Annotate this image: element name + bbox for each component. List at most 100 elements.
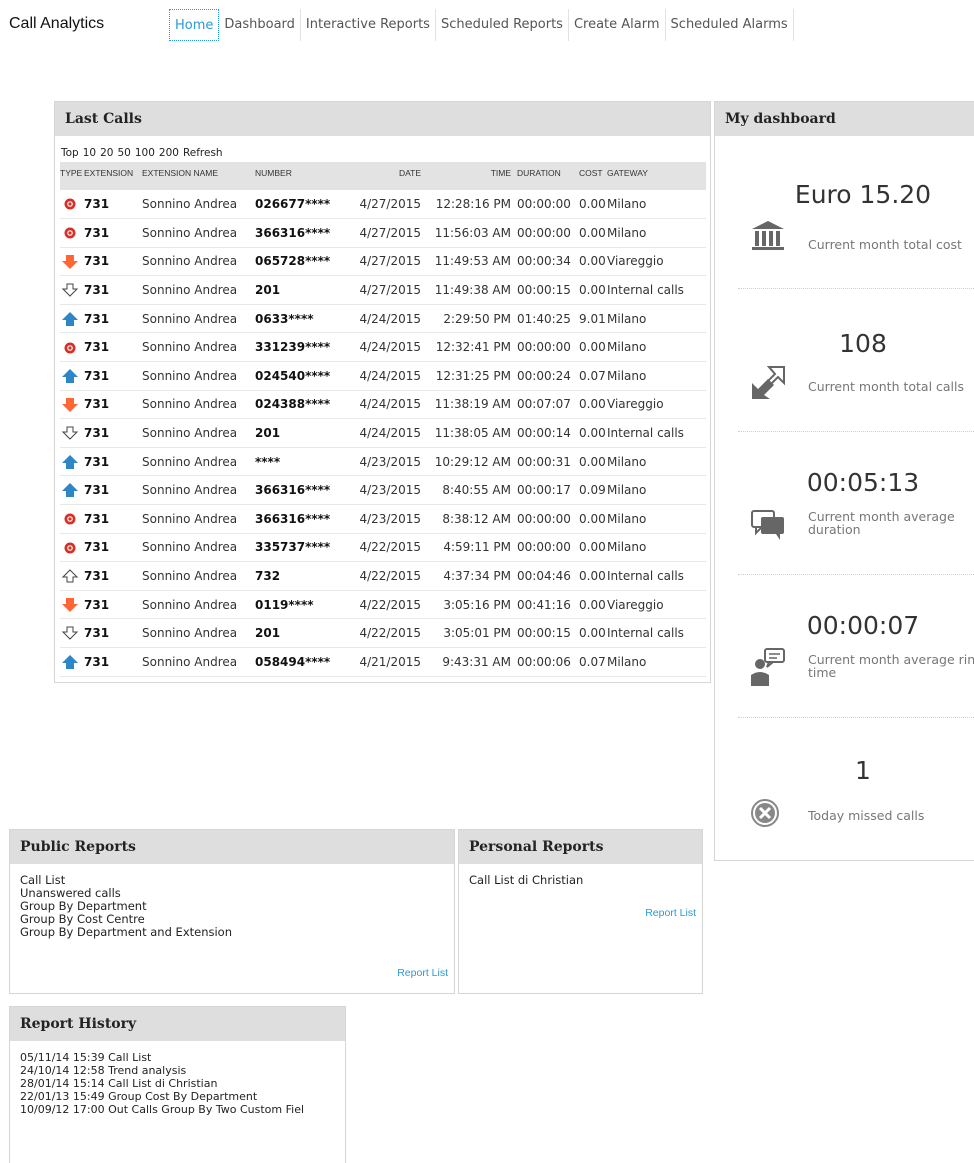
nav-interactive-reports[interactable]: Interactive Reports (301, 9, 436, 41)
cell-date: 4/24/2015 (359, 361, 427, 391)
cell-extension: 731 (84, 504, 142, 534)
table-row[interactable]: 731 Sonnino Andrea 024388**** 4/24/2015 11:3… (60, 390, 706, 420)
cell-date: 4/27/2015 (359, 190, 427, 220)
table-row[interactable]: 731 Sonnino Andrea 201 4/22/2015 3:05:01 PM 0… (60, 618, 706, 648)
cell-cost: 0.00 (579, 533, 607, 563)
col-duration: DURATION (517, 162, 579, 190)
report-item[interactable]: Group By Department and Extension (20, 926, 444, 939)
my-dashboard-panel: My dashboard Euro 15.20 Current month to… (714, 101, 974, 861)
table-row[interactable]: 731 Sonnino Andrea 0633**** 4/24/2015 2:29:5… (60, 304, 706, 334)
bank-icon (752, 221, 784, 250)
stat-total-calls: 108 Current month total calls (738, 289, 974, 432)
nav-dashboard[interactable]: Dashboard (219, 9, 301, 41)
top-selector: Top 10 20 50 100 200 Refresh (61, 147, 227, 159)
table-row[interactable]: 731 Sonnino Andrea 201 4/24/2015 11:38:05 AM… (60, 418, 706, 448)
col-cost: COST (579, 162, 607, 190)
calls-header-row: TYPE EXTENSION EXTENSION NAME NUMBER DAT… (60, 162, 706, 190)
cell-extension: 731 (84, 418, 142, 448)
history-item[interactable]: 10/09/12 17:00 Out Calls Group By Two Cu… (20, 1103, 335, 1116)
cell-extension-name: Sonnino Andrea (142, 390, 255, 420)
top-20-link[interactable]: 20 (100, 147, 113, 159)
cell-time: 3:05:01 PM (427, 618, 517, 648)
history-item[interactable]: 24/10/14 12:58 Trend analysis (20, 1064, 335, 1077)
table-row[interactable]: 731 Sonnino Andrea 024540**** 4/24/2015 12:3… (60, 361, 706, 391)
history-item[interactable]: 05/11/14 15:39 Call List (20, 1051, 335, 1064)
outgoing-call-icon (60, 590, 84, 620)
top-100-link[interactable]: 100 (135, 147, 155, 159)
history-item[interactable]: 28/01/14 15:14 Call List di Christian (20, 1077, 335, 1090)
cell-date: 4/22/2015 (359, 533, 427, 563)
call-arrows-icon (752, 366, 785, 399)
cell-extension: 731 (84, 618, 142, 648)
cell-number: 201 (255, 275, 359, 305)
cell-date: 4/22/2015 (359, 618, 427, 648)
cell-extension-name: Sonnino Andrea (142, 504, 255, 534)
cell-date: 4/27/2015 (359, 275, 427, 305)
nav-scheduled-reports[interactable]: Scheduled Reports (436, 9, 569, 41)
history-name: Group Cost By Department (108, 1090, 258, 1103)
table-row[interactable]: 731 Sonnino Andrea 201 4/27/2015 11:49:38 AM… (60, 275, 706, 305)
cell-extension: 731 (84, 218, 142, 248)
history-item[interactable]: 22/01/13 15:49 Group Cost By Department (20, 1090, 335, 1103)
table-row[interactable]: 731 Sonnino Andrea 0119**** 4/22/2015 3:05:1… (60, 590, 706, 620)
nav-create-alarm[interactable]: Create Alarm (569, 9, 666, 41)
top-50-link[interactable]: 50 (117, 147, 130, 159)
cell-extension: 731 (84, 275, 142, 305)
cell-time: 4:37:34 PM (427, 561, 517, 591)
report-item[interactable]: Call List di Christian (469, 874, 692, 887)
cell-gateway: Milano (607, 647, 706, 677)
cell-date: 4/24/2015 (359, 304, 427, 334)
cell-date: 4/22/2015 (359, 590, 427, 620)
cell-date: 4/27/2015 (359, 218, 427, 248)
refresh-link[interactable]: Refresh (183, 147, 223, 159)
cell-extension-name: Sonnino Andrea (142, 647, 255, 677)
personal-reports-list: Call List di Christian (459, 864, 702, 887)
table-row[interactable]: 731 Sonnino Andrea 366316**** 4/23/2015 8:40… (60, 475, 706, 506)
cell-duration: 00:00:00 (517, 332, 579, 363)
personal-report-list-link[interactable]: Report List (645, 907, 696, 919)
cell-extension: 731 (84, 561, 142, 591)
table-row[interactable]: 731 Sonnino Andrea 058494**** 4/21/2015 9:43… (60, 647, 706, 677)
internal-down-icon (60, 275, 84, 305)
stat-value: Euro 15.20 (794, 180, 932, 209)
top-10-link[interactable]: 10 (83, 147, 96, 159)
cell-time: 9:43:31 AM (427, 647, 517, 677)
personal-reports-title: Personal Reports (459, 830, 702, 864)
top-200-link[interactable]: 200 (159, 147, 179, 159)
table-row[interactable]: 731 Sonnino Andrea 732 4/22/2015 4:37:34 PM 0… (60, 561, 706, 591)
cell-number: 065728**** (255, 247, 359, 277)
missed-call-icon (60, 332, 84, 363)
cell-extension-name: Sonnino Andrea (142, 590, 255, 620)
cell-extension: 731 (84, 533, 142, 563)
cell-gateway: Internal calls (607, 618, 706, 648)
cell-duration: 00:00:15 (517, 618, 579, 648)
internal-down-icon (60, 618, 84, 648)
calls-body: 731 Sonnino Andrea 026677**** 4/27/2015 12:2… (60, 190, 706, 677)
nav-home[interactable]: Home (169, 9, 220, 41)
cell-cost: 0.07 (579, 647, 607, 677)
incoming-call-icon (60, 475, 84, 506)
table-row[interactable]: 731 Sonnino Andrea 366316**** 4/27/2015 11:5… (60, 218, 706, 248)
cell-number: 335737**** (255, 533, 359, 563)
table-row[interactable]: 731 Sonnino Andrea **** 4/23/2015 10:29:12 A… (60, 447, 706, 477)
cell-date: 4/22/2015 (359, 561, 427, 591)
last-calls-title: Last Calls (55, 102, 710, 136)
history-name: Trend analysis (108, 1064, 187, 1077)
cell-extension-name: Sonnino Andrea (142, 247, 255, 277)
nav-scheduled-alarms[interactable]: Scheduled Alarms (666, 9, 794, 41)
cell-duration: 00:41:16 (517, 590, 579, 620)
cell-extension-name: Sonnino Andrea (142, 304, 255, 334)
table-row[interactable]: 731 Sonnino Andrea 366316**** 4/23/2015 8:38… (60, 504, 706, 534)
public-reports-title: Public Reports (10, 830, 454, 864)
cell-number: 366316**** (255, 504, 359, 534)
public-report-list-link[interactable]: Report List (397, 967, 448, 979)
missed-circle-icon (751, 799, 779, 827)
table-row[interactable]: 731 Sonnino Andrea 065728**** 4/27/2015 11:4… (60, 247, 706, 277)
cell-cost: 0.00 (579, 218, 607, 248)
cell-gateway: Milano (607, 361, 706, 391)
cell-cost: 0.00 (579, 247, 607, 277)
table-row[interactable]: 731 Sonnino Andrea 331239**** 4/24/2015 12:3… (60, 332, 706, 363)
table-row[interactable]: 731 Sonnino Andrea 026677**** 4/27/2015 12:2… (60, 190, 706, 220)
cell-number: 0633**** (255, 304, 359, 334)
table-row[interactable]: 731 Sonnino Andrea 335737**** 4/22/2015 4:59… (60, 533, 706, 563)
